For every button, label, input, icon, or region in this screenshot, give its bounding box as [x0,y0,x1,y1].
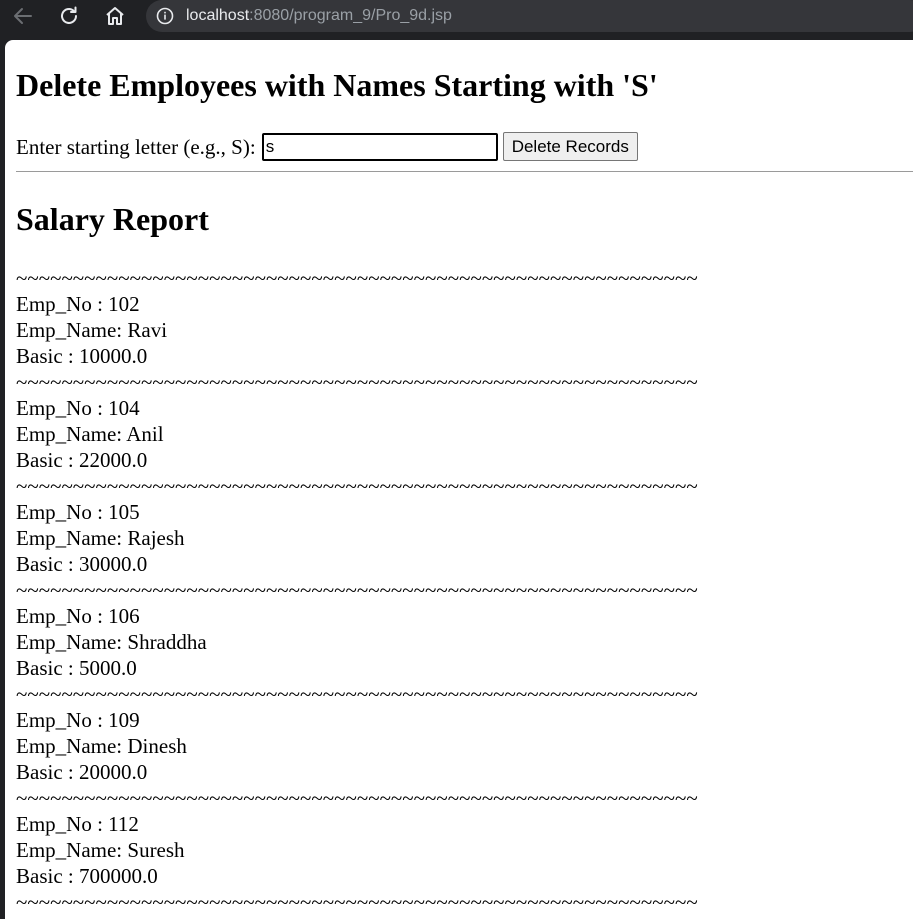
separator-line: ~~~~~~~~~~~~~~~~~~~~~~~~~~~~~~~~~~~~~~~~… [16,474,698,498]
emp-no: Emp_No : 106 [16,604,140,628]
page-title: Delete Employees with Names Starting wit… [16,67,658,103]
employee-record: Emp_No : 109 Emp_Name: Dinesh Basic : 20… [16,707,698,785]
info-icon[interactable] [156,7,174,25]
back-button[interactable] [10,3,36,29]
home-icon [106,7,124,25]
report-title: Salary Report [16,201,209,237]
address-bar[interactable]: localhost:8080/program_9/Pro_9d.jsp [146,0,913,32]
starting-letter-input[interactable] [261,132,498,161]
emp-basic: Basic : 20000.0 [16,760,148,784]
emp-basic: Basic : 5000.0 [16,656,137,680]
emp-basic: Basic : 10000.0 [16,344,148,368]
employee-record: Emp_No : 112 Emp_Name: Suresh Basic : 70… [16,811,698,889]
browser-toolbar: localhost:8080/program_9/Pro_9d.jsp [0,0,913,40]
url-host: localhost [186,7,250,24]
page-viewport: Delete Employees with Names Starting wit… [5,40,913,919]
separator-line: ~~~~~~~~~~~~~~~~~~~~~~~~~~~~~~~~~~~~~~~~… [16,890,698,914]
arrow-left-icon [14,8,32,24]
employee-record: Emp_No : 102 Emp_Name: Ravi Basic : 1000… [16,291,698,369]
emp-name: Emp_Name: Anil [16,422,164,446]
emp-basic: Basic : 30000.0 [16,552,148,576]
emp-basic: Basic : 22000.0 [16,448,148,472]
employee-record: Emp_No : 106 Emp_Name: Shraddha Basic : … [16,603,698,681]
delete-form: Enter starting letter (e.g., S): Delete … [16,132,638,161]
employee-record: Emp_No : 104 Emp_Name: Anil Basic : 2200… [16,395,698,473]
emp-no: Emp_No : 109 [16,708,140,732]
emp-no: Emp_No : 104 [16,396,140,420]
employee-record: Emp_No : 105 Emp_Name: Rajesh Basic : 30… [16,499,698,577]
emp-basic: Basic : 700000.0 [16,864,158,888]
letter-input-label: Enter starting letter (e.g., S): [16,134,256,159]
reload-button[interactable] [56,3,82,29]
emp-name: Emp_Name: Dinesh [16,734,187,758]
emp-no: Emp_No : 112 [16,812,139,836]
separator-line: ~~~~~~~~~~~~~~~~~~~~~~~~~~~~~~~~~~~~~~~~… [16,370,698,394]
home-button[interactable] [102,3,128,29]
emp-name: Emp_Name: Suresh [16,838,185,862]
emp-name: Emp_Name: Shraddha [16,630,207,654]
separator-line: ~~~~~~~~~~~~~~~~~~~~~~~~~~~~~~~~~~~~~~~~… [16,578,698,602]
emp-no: Emp_No : 105 [16,500,140,524]
emp-name: Emp_Name: Rajesh [16,526,185,550]
emp-no: Emp_No : 102 [16,292,140,316]
delete-records-button[interactable]: Delete Records [502,132,638,161]
reload-icon [61,6,77,24]
separator-line: ~~~~~~~~~~~~~~~~~~~~~~~~~~~~~~~~~~~~~~~~… [16,266,698,290]
url-path: :8080/program_9/Pro_9d.jsp [249,7,452,24]
separator-line: ~~~~~~~~~~~~~~~~~~~~~~~~~~~~~~~~~~~~~~~~… [16,786,698,810]
separator-line: ~~~~~~~~~~~~~~~~~~~~~~~~~~~~~~~~~~~~~~~~… [16,682,698,706]
divider [16,171,913,172]
emp-name: Emp_Name: Ravi [16,318,168,342]
url-text: localhost:8080/program_9/Pro_9d.jsp [186,7,452,25]
salary-report: ~~~~~~~~~~~~~~~~~~~~~~~~~~~~~~~~~~~~~~~~… [16,265,698,915]
